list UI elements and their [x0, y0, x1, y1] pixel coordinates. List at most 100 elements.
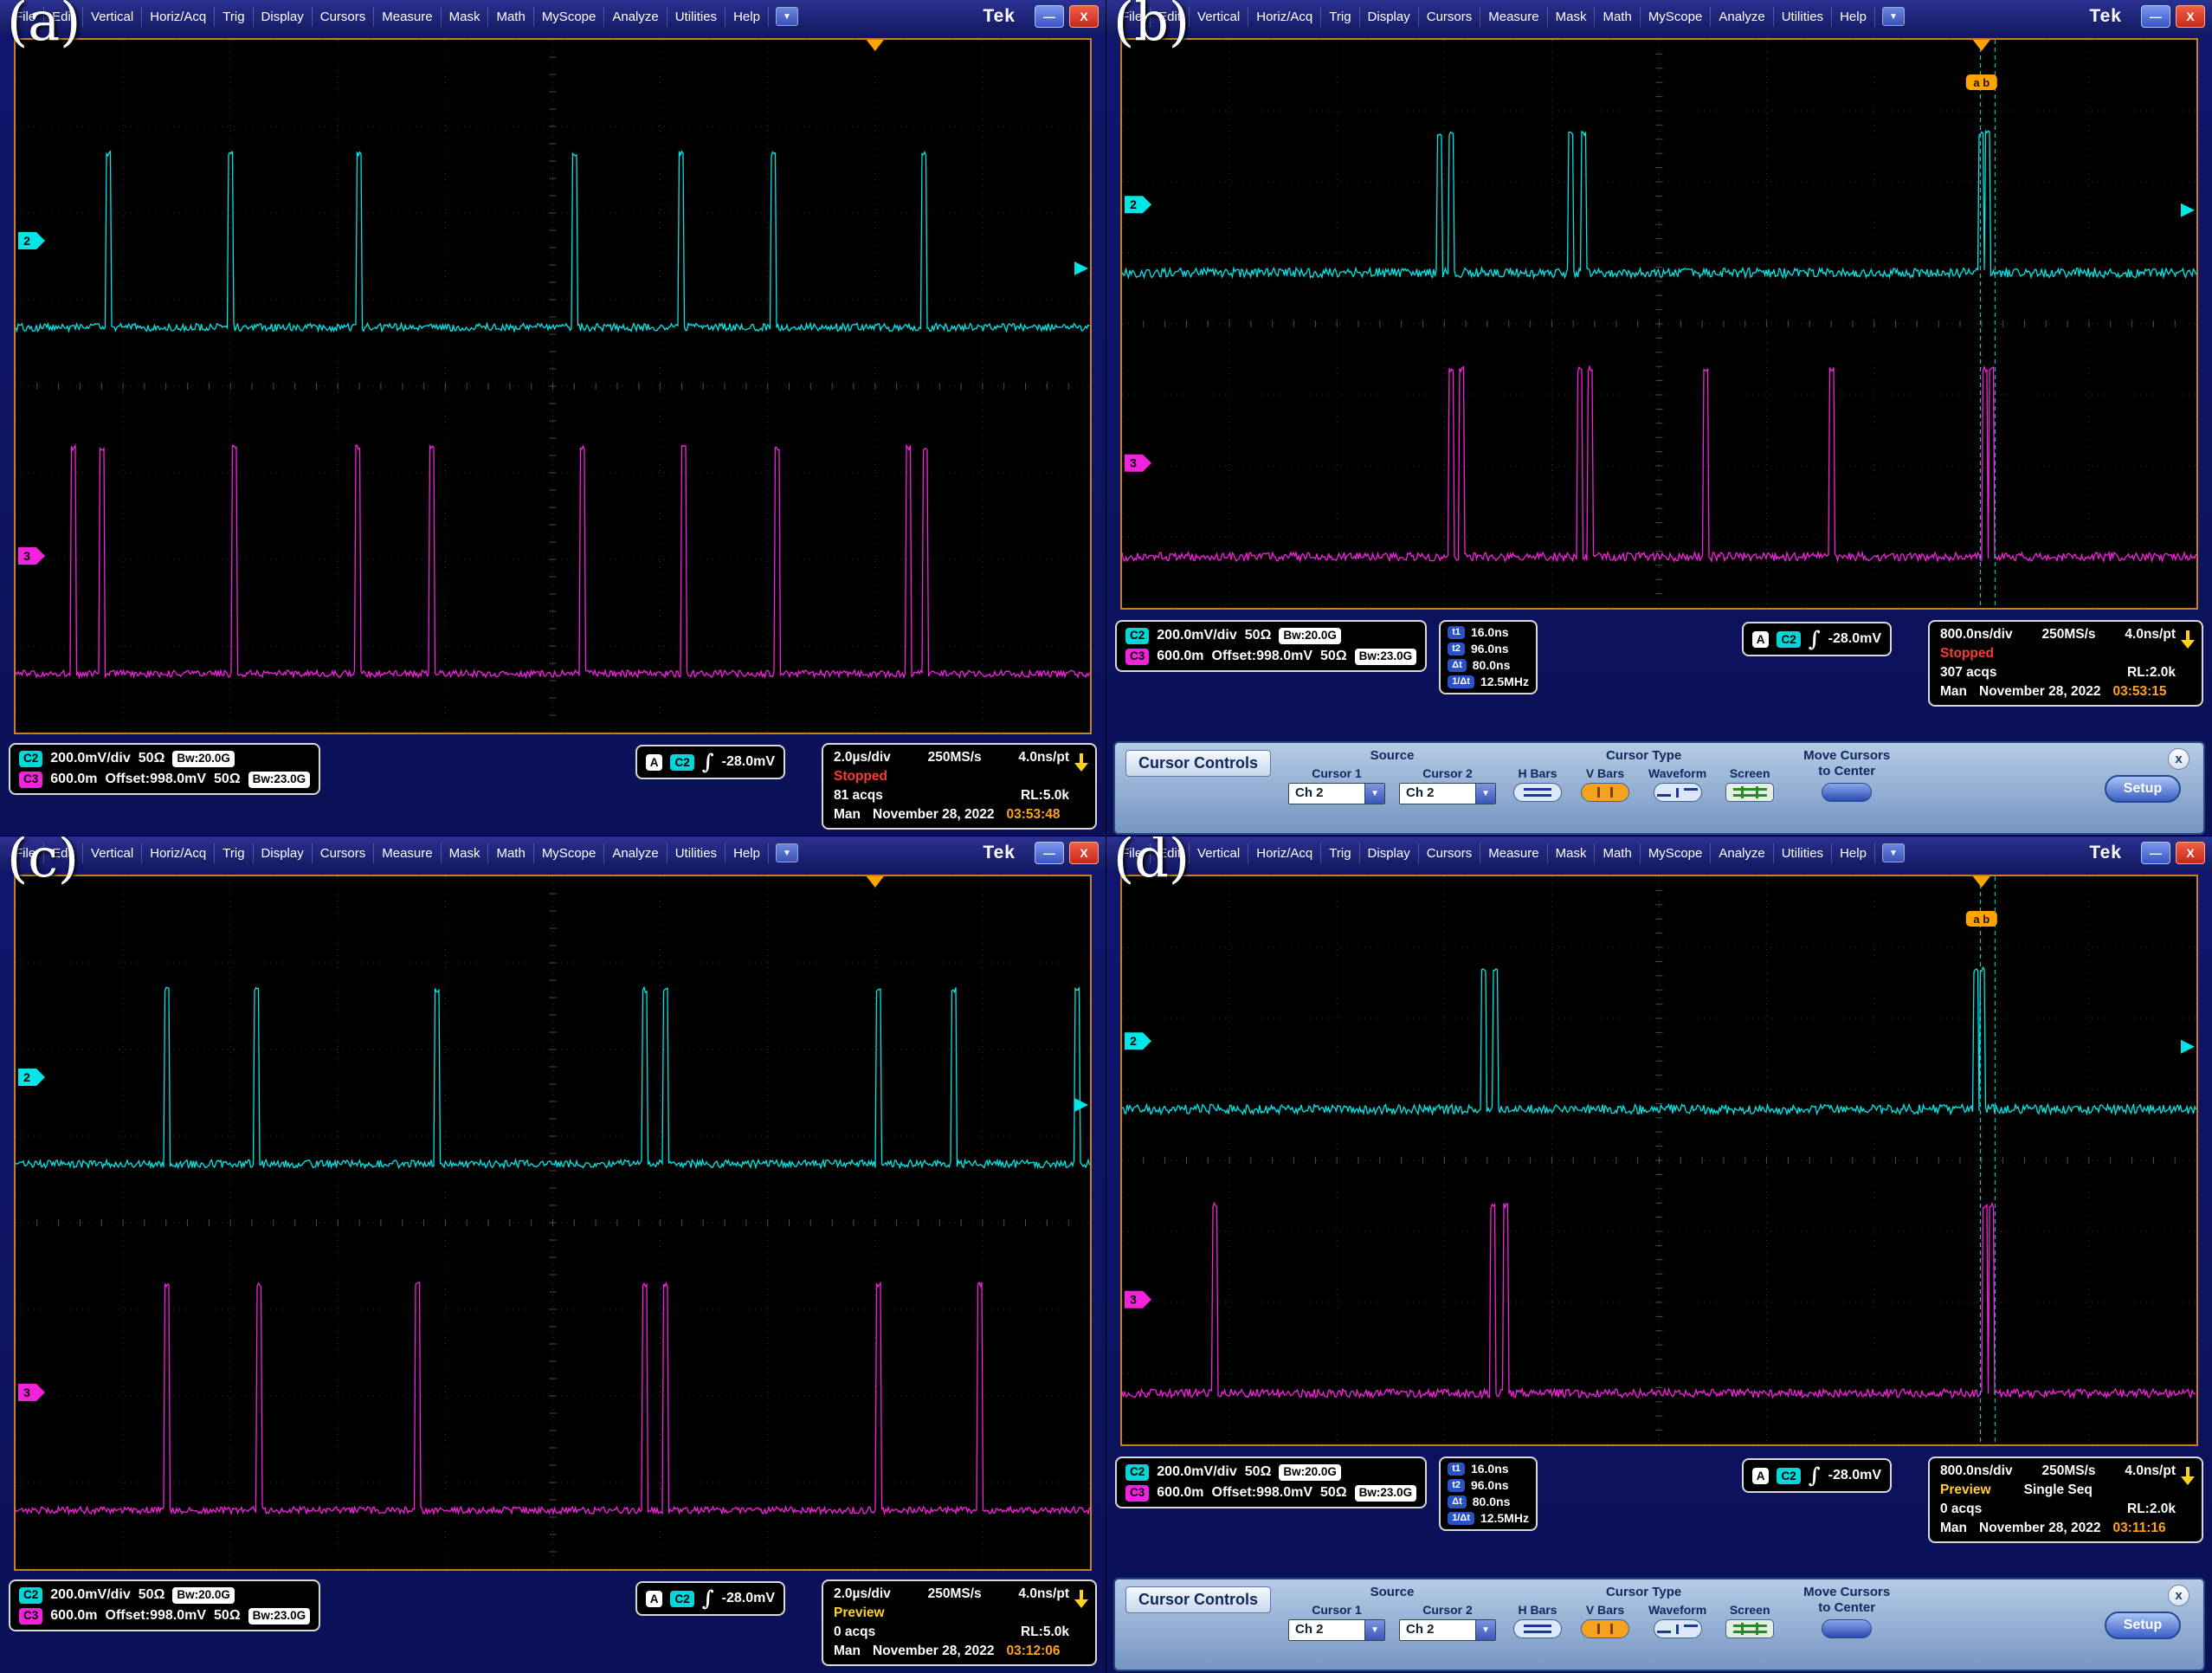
menu-item-analyze[interactable]: Analyze: [1711, 843, 1774, 863]
menu-item-analyze[interactable]: Analyze: [1711, 6, 1774, 27]
menu-item-mask[interactable]: Mask: [442, 843, 489, 863]
menu-item-help[interactable]: Help: [1832, 843, 1875, 863]
menu-item-mask[interactable]: Mask: [1548, 6, 1596, 27]
menu-item-cursors[interactable]: Cursors: [313, 6, 375, 27]
tek-logo: Tek: [2089, 6, 2122, 26]
setup-button[interactable]: Setup: [2105, 1612, 2181, 1639]
menu-item-measure[interactable]: Measure: [374, 6, 442, 27]
menu-item-utilities[interactable]: Utilities: [667, 843, 726, 863]
cursor-type-h-bars-button[interactable]: H Bars: [1513, 1603, 1563, 1638]
cursor2-select[interactable]: Ch 2 ▼: [1399, 1619, 1497, 1641]
menu-item-cursors[interactable]: Cursors: [1419, 843, 1481, 863]
cursor-type-screen-button[interactable]: Screen: [1725, 1603, 1775, 1638]
menu-item-horiz-acq[interactable]: Horiz/Acq: [1248, 6, 1322, 27]
menu-overflow-button[interactable]: ▼: [1881, 7, 1905, 26]
cursor1-dropdown-icon[interactable]: ▼: [1364, 1620, 1385, 1640]
menu-item-mask[interactable]: Mask: [1548, 843, 1596, 863]
menu-item-cursors[interactable]: Cursors: [1419, 6, 1481, 27]
menu-item-display[interactable]: Display: [1360, 843, 1419, 863]
menu-item-myscope[interactable]: MyScope: [534, 6, 605, 27]
ch2-impedance: 50Ω: [138, 1587, 165, 1602]
cursor-readout-value: 12.5MHz: [1480, 675, 1529, 688]
menu-item-help[interactable]: Help: [726, 843, 769, 863]
menu-item-horiz-acq[interactable]: Horiz/Acq: [142, 843, 216, 863]
cursor-type-waveform-button[interactable]: Waveform: [1648, 766, 1706, 802]
cursor-type-screen-button[interactable]: Screen: [1725, 766, 1775, 802]
menu-item-mask[interactable]: Mask: [442, 6, 489, 27]
cursor1-select[interactable]: Ch 2 ▼: [1288, 783, 1386, 804]
menu-item-utilities[interactable]: Utilities: [1774, 6, 1833, 27]
setup-button[interactable]: Setup: [2105, 775, 2181, 803]
menu-item-trig[interactable]: Trig: [1321, 843, 1360, 863]
minimize-button[interactable]: —: [2141, 842, 2170, 864]
menu-item-myscope[interactable]: MyScope: [1641, 843, 1712, 863]
menu-item-trig[interactable]: Trig: [215, 6, 254, 27]
menu-overflow-button[interactable]: ▼: [775, 843, 798, 862]
close-button[interactable]: X: [1069, 5, 1099, 28]
menu-item-trig[interactable]: Trig: [1321, 6, 1360, 27]
oscilloscope-panel-c: (c) File Edit Vertical Horiz/Acq Trig Display…: [0, 836, 1106, 1673]
menu-item-horiz-acq[interactable]: Horiz/Acq: [1248, 843, 1322, 863]
svg-text:2: 2: [23, 1070, 30, 1084]
cursor1-dropdown-icon[interactable]: ▼: [1364, 784, 1385, 804]
figure-panel-label: (b): [1113, 0, 1190, 53]
menu-item-help[interactable]: Help: [1832, 6, 1875, 27]
menu-item-analyze[interactable]: Analyze: [604, 843, 667, 863]
cursor1-select[interactable]: Ch 2 ▼: [1288, 1619, 1386, 1641]
menu-item-horiz-acq[interactable]: Horiz/Acq: [142, 6, 216, 27]
acq-mode: Man: [834, 1644, 861, 1658]
cursor-panel-close-button[interactable]: x: [2168, 748, 2189, 770]
menu-item-utilities[interactable]: Utilities: [667, 6, 726, 27]
menu: File Edit Vertical Horiz/Acq Trig Display Curs…: [1113, 843, 1875, 863]
menu-overflow-button[interactable]: ▼: [775, 7, 798, 26]
menu-item-vertical[interactable]: Vertical: [1190, 843, 1249, 863]
ch2-impedance: 50Ω: [1244, 628, 1272, 643]
cursor2-dropdown-icon[interactable]: ▼: [1475, 784, 1496, 804]
cursor2-select[interactable]: Ch 2 ▼: [1399, 783, 1497, 804]
trigger-readout: A C2 ∫ -28.0mV: [635, 745, 785, 779]
ch3-bandwidth-badge: Bw:23.0G: [248, 771, 311, 788]
menu-item-display[interactable]: Display: [254, 6, 313, 27]
minimize-button[interactable]: —: [2141, 5, 2170, 28]
close-button[interactable]: X: [2176, 5, 2205, 28]
menu-item-vertical[interactable]: Vertical: [83, 6, 143, 27]
menu-overflow-button[interactable]: ▼: [1881, 843, 1905, 862]
cursor-type-v-bars-button[interactable]: V Bars: [1581, 766, 1630, 802]
close-button[interactable]: X: [1069, 842, 1099, 864]
menu-item-math[interactable]: Math: [488, 6, 534, 27]
move-cursors-button[interactable]: Move Cursors to Center: [1796, 1583, 1897, 1638]
menu-item-vertical[interactable]: Vertical: [83, 843, 143, 863]
trigger-level: -28.0mV: [721, 1591, 775, 1605]
menu-item-myscope[interactable]: MyScope: [1641, 6, 1712, 27]
menu-item-display[interactable]: Display: [1360, 6, 1419, 27]
menu-item-measure[interactable]: Measure: [1480, 6, 1548, 27]
ch2-badge: C2: [1125, 627, 1150, 644]
close-button[interactable]: X: [2176, 842, 2205, 864]
menu-item-myscope[interactable]: MyScope: [534, 843, 605, 863]
menu-item-math[interactable]: Math: [488, 843, 534, 863]
cursor-type-button-label: Waveform: [1648, 1603, 1707, 1617]
menu-item-analyze[interactable]: Analyze: [604, 6, 667, 27]
menu-item-measure[interactable]: Measure: [1480, 843, 1548, 863]
menu-item-math[interactable]: Math: [1595, 6, 1641, 27]
cursor2-dropdown-icon[interactable]: ▼: [1475, 1620, 1496, 1640]
cursor-type-h-bars-button[interactable]: H Bars: [1513, 766, 1563, 802]
minimize-button[interactable]: —: [1035, 5, 1064, 28]
cursor-type-v-bars-button[interactable]: V Bars: [1581, 1603, 1630, 1638]
minimize-button[interactable]: —: [1035, 842, 1064, 864]
cursor-panel-close-button[interactable]: x: [2168, 1585, 2189, 1606]
cursor-controls-panel: Cursor Controls Source Cursor 1 Ch 2 ▼ C…: [1113, 741, 2205, 835]
cursor-type-waveform-button[interactable]: Waveform: [1648, 1603, 1706, 1638]
move-cursors-button[interactable]: Move Cursors to Center: [1796, 746, 1897, 802]
menu-item-cursors[interactable]: Cursors: [313, 843, 375, 863]
menu-item-trig[interactable]: Trig: [215, 843, 254, 863]
waveform-display: 2 3 a b: [1120, 38, 2198, 610]
menu-item-vertical[interactable]: Vertical: [1190, 6, 1249, 27]
menu-item-utilities[interactable]: Utilities: [1774, 843, 1833, 863]
menu-item-help[interactable]: Help: [726, 6, 769, 27]
waveform-plot: 2 3 a b: [1122, 876, 2196, 1444]
trigger-mode-badge: A: [645, 1590, 663, 1607]
menu-item-display[interactable]: Display: [254, 843, 313, 863]
menu-item-measure[interactable]: Measure: [374, 843, 442, 863]
menu-item-math[interactable]: Math: [1595, 843, 1641, 863]
